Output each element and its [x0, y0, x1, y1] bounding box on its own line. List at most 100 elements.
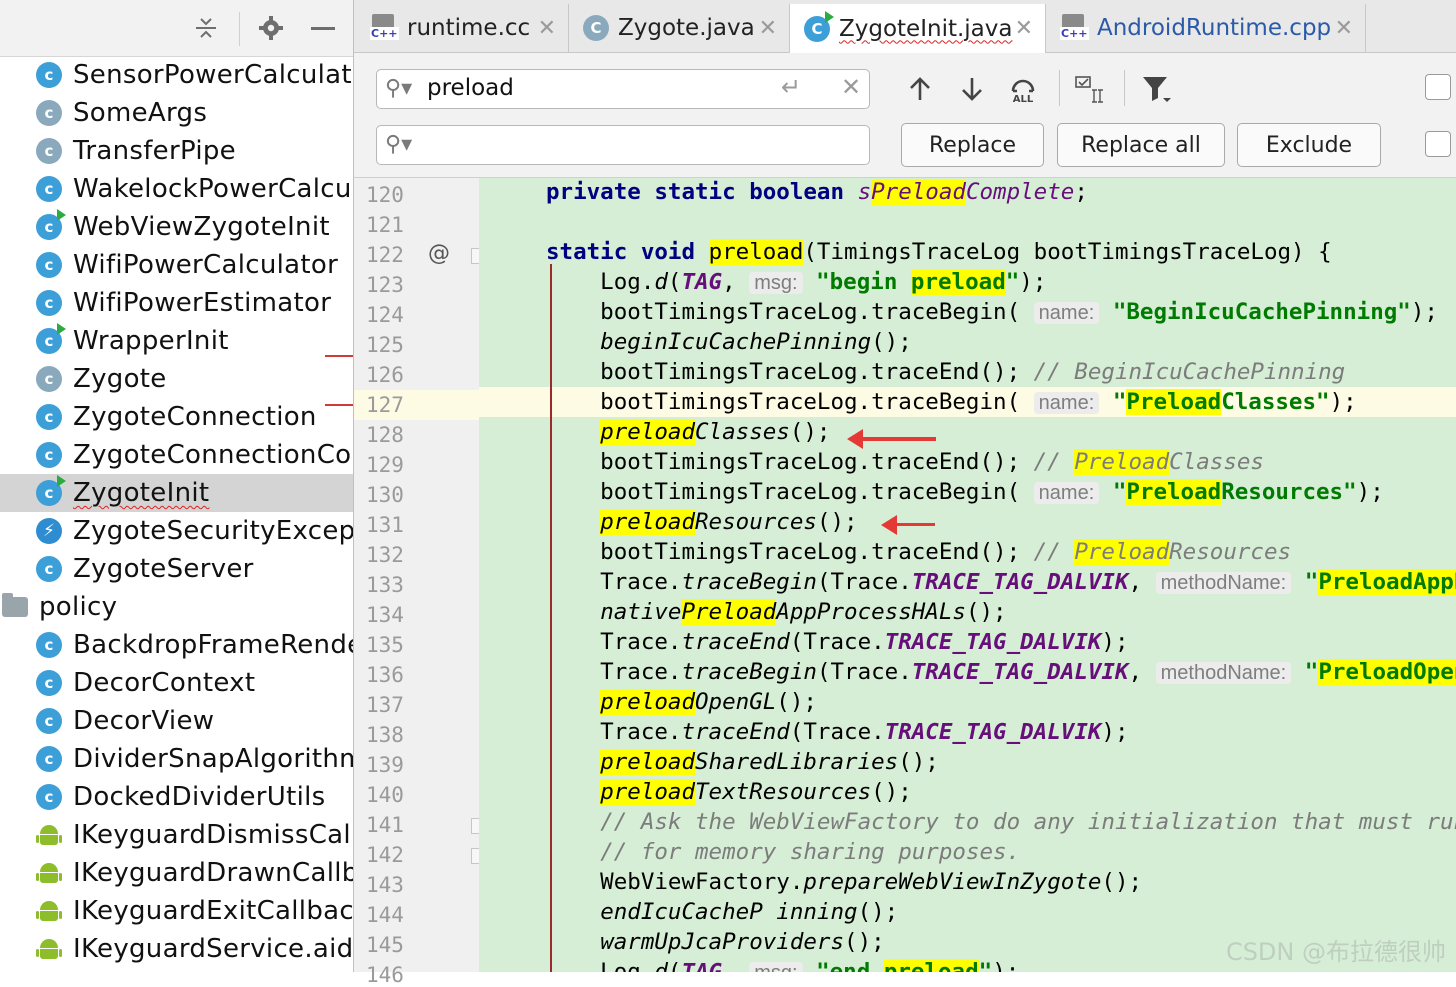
search-match: preload [708, 239, 804, 265]
code-line[interactable]: endIcuCacheP inning(); [479, 897, 898, 927]
code-line[interactable]: warmUpJcaProviders(); [479, 927, 885, 957]
previous-occurrence-icon[interactable] [901, 70, 939, 108]
close-icon[interactable]: ✕ [759, 16, 777, 41]
tree-item[interactable]: c DockedDividerUtils [0, 778, 353, 816]
tree-item[interactable]: c WrapperInit [0, 322, 353, 360]
code-line[interactable]: Trace.traceEnd(Trace.TRACE_TAG_DALVIK); [479, 717, 1128, 747]
close-icon[interactable]: ✕ [1015, 16, 1033, 41]
in-selection-icon[interactable] [1071, 70, 1109, 108]
option-checkbox[interactable] [1425, 131, 1451, 157]
line-number: 143 [366, 873, 404, 897]
code-line[interactable]: bootTimingsTraceLog.traceBegin( name: "B… [479, 297, 1438, 327]
tree-item[interactable]: c Zygote [0, 360, 353, 398]
code-line[interactable] [479, 207, 546, 237]
collapse-all-icon[interactable] [190, 12, 222, 44]
class-icon: c [36, 100, 62, 126]
tree-item[interactable]: ⚡ ZygoteSecurityException [0, 512, 353, 550]
gear-icon[interactable] [255, 12, 287, 44]
override-marker-icon[interactable]: @ [428, 241, 450, 266]
search-input[interactable]: preload [427, 75, 514, 101]
replace-all-button[interactable]: Replace all [1057, 123, 1225, 167]
code-line[interactable]: nativePreloadAppProcessHALs(); [479, 597, 1007, 627]
next-occurrence-icon[interactable] [953, 70, 991, 108]
code-token: TAG [681, 959, 723, 972]
code-line[interactable]: // for memory sharing purposes. [479, 837, 1020, 867]
line-number: 129 [366, 453, 404, 477]
line-number: 132 [366, 543, 404, 567]
code-line[interactable]: Trace.traceBegin(Trace.TRACE_TAG_DALVIK,… [479, 657, 1456, 687]
code-line[interactable]: Log.d(TAG, msg: "begin preload"); [479, 267, 1046, 297]
code-line[interactable]: // Ask the WebViewFactory to do any init… [479, 807, 1456, 837]
line-number: 142 [366, 843, 404, 867]
replace-button[interactable]: Replace [901, 123, 1044, 167]
newline-icon[interactable]: ↵ [781, 73, 801, 101]
clear-icon[interactable]: ✕ [841, 73, 861, 101]
code-line[interactable]: preloadTextResources(); [479, 777, 912, 807]
tree-item[interactable]: c ZygoteInit [0, 474, 353, 512]
code-token: Trace. [546, 719, 682, 745]
tree-item[interactable]: c DividerSnapAlgorithm [0, 740, 353, 778]
code-token: "BeginIcuCachePinning" [1112, 299, 1411, 325]
tree-item[interactable]: c SomeArgs [0, 94, 353, 132]
tree-item[interactable]: IKeyguardDrawnCallback [0, 854, 353, 892]
code-line[interactable]: preloadOpenGL(); [479, 687, 817, 717]
close-icon[interactable]: ✕ [538, 16, 556, 41]
method-scope-indicator [550, 264, 552, 972]
close-icon[interactable]: ✕ [1335, 16, 1353, 41]
tree-item[interactable]: c ZygoteConnection [0, 398, 353, 436]
tree-item[interactable]: c DecorView [0, 702, 353, 740]
tab-zygote-java[interactable]: C Zygote.java ✕ [569, 4, 790, 52]
tree-item[interactable]: c BackdropFrameRenderer [0, 626, 353, 664]
code-token: // Ask the WebViewFactory to do any init… [600, 809, 1456, 835]
code-line[interactable]: Trace.traceEnd(Trace.TRACE_TAG_DALVIK); [479, 627, 1128, 657]
code-token: ( [667, 269, 682, 295]
code-line[interactable]: bootTimingsTraceLog.traceEnd(); // Prelo… [479, 447, 1264, 477]
tree-item[interactable]: c ZygoteConnectionConstants [0, 436, 353, 474]
tree-item[interactable]: c WebViewZygoteInit [0, 208, 353, 246]
watermark: CSDN @布拉德很帅 [1225, 938, 1446, 966]
code-line[interactable]: bootTimingsTraceLog.traceBegin( name: "P… [479, 477, 1384, 507]
search-icon[interactable]: ⚲▾ [385, 76, 412, 101]
tree-item[interactable]: c WifiPowerEstimator [0, 284, 353, 322]
code-line[interactable]: Trace.traceBegin(Trace.TRACE_TAG_DALVIK,… [479, 567, 1456, 597]
code-editor[interactable]: Log.d(TAG, msg: "end preload"); warmUpJc… [479, 178, 1456, 972]
code-line[interactable]: beginIcuCachePinning(); [479, 327, 912, 357]
tree-item[interactable]: IKeyguardDismissCallback [0, 816, 353, 854]
option-checkbox[interactable] [1425, 74, 1451, 100]
code-line[interactable]: bootTimingsTraceLog.traceBegin( name: "P… [479, 387, 1456, 417]
tree-item[interactable]: c WifiPowerCalculator [0, 246, 353, 284]
tree-item[interactable]: c ZygoteServer [0, 550, 353, 588]
code-line[interactable]: preloadClasses(); [479, 417, 830, 447]
tree-item[interactable]: c TransferPipe [0, 132, 353, 170]
replace-field[interactable]: ⚲▾ [376, 125, 870, 165]
exclude-button[interactable]: Exclude [1237, 123, 1381, 167]
line-number: 122 [366, 243, 404, 267]
code-line[interactable]: preloadSharedLibraries(); [479, 747, 939, 777]
filter-icon[interactable] [1137, 70, 1175, 108]
select-all-occurrences-icon[interactable]: ALL [1004, 70, 1042, 108]
search-icon[interactable]: ⚲▾ [385, 132, 412, 157]
code-line[interactable]: bootTimingsTraceLog.traceEnd(); // Begin… [479, 357, 1345, 387]
code-token: (); [844, 929, 885, 955]
tree-item[interactable]: c SensorPowerCalculator [0, 56, 353, 94]
search-field[interactable]: ⚲▾ preload ↵ ✕ [376, 69, 870, 109]
tree-item[interactable]: c WakelockPowerCalculator [0, 170, 353, 208]
code-line[interactable]: WebViewFactory.prepareWebViewInZygote(); [479, 867, 1142, 897]
code-token: d [654, 959, 668, 972]
code-line[interactable]: preloadResources(); [479, 507, 858, 537]
code-line[interactable]: static void preload(TimingsTraceLog boot… [479, 237, 1332, 267]
code-token: ); [1019, 269, 1047, 295]
code-line[interactable]: bootTimingsTraceLog.traceEnd(); // Prelo… [479, 537, 1291, 567]
tab-zygoteinit-java[interactable]: C ZygoteInit.java ✕ [790, 4, 1046, 53]
minimize-icon[interactable] [307, 12, 339, 44]
tree-item[interactable]: IKeyguardExitCallback [0, 892, 353, 930]
search-match: preload [600, 689, 696, 715]
tree-item[interactable]: IKeyguardService.aidl [0, 930, 353, 968]
search-match: Preload [1074, 539, 1170, 565]
code-line[interactable]: private static boolean sPreloadComplete; [479, 178, 1088, 207]
code-line[interactable]: Log.d(TAG, msg: "end preload"); [479, 957, 1019, 972]
tab-runtime-cc[interactable]: C++ runtime.cc ✕ [356, 4, 569, 52]
tree-folder[interactable]: policy [0, 588, 353, 626]
tree-item[interactable]: c DecorContext [0, 664, 353, 702]
tab-androidruntime-cpp[interactable]: C++ AndroidRuntime.cpp ✕ [1046, 4, 1366, 52]
